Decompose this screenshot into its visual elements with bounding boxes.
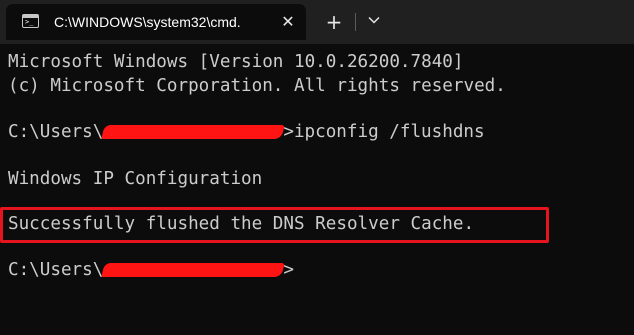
prompt-path: C:\Users\ [8,260,104,280]
prompt-line-1: C:\Users\ >ipconfig /flushdns [8,120,485,144]
prompt-symbol: > [283,260,294,280]
tab-title: C:\WINDOWS\system32\cmd. [54,14,241,30]
command-text: ipconfig /flushdns [293,122,485,142]
tab-cmd[interactable]: >_ C:\WINDOWS\system32\cmd. ✕ [6,4,306,40]
copyright-line: (c) Microsoft Corporation. All rights re… [8,76,506,96]
terminal-icon: >_ [22,14,39,28]
terminal-output[interactable]: Microsoft Windows [Version 10.0.26200.78… [0,44,634,335]
prompt-line-2: C:\Users\ > [8,258,294,282]
new-tab-button[interactable]: + [320,8,348,36]
terminal-window: >_ C:\WINDOWS\system32\cmd. ✕ + Microsof… [0,0,634,335]
prompt-symbol: > [283,122,294,142]
title-bar: >_ C:\WINDOWS\system32\cmd. ✕ + [0,0,634,44]
prompt-path: C:\Users\ [8,122,104,142]
redacted-username [101,125,286,139]
tab-separator [355,13,356,31]
redacted-username [101,263,286,277]
close-tab-button[interactable]: ✕ [276,10,300,34]
tab-dropdown-button[interactable] [360,8,388,36]
windows-ip-config-line: Windows IP Configuration [8,169,263,189]
chevron-down-icon [368,16,380,24]
version-line: Microsoft Windows [Version 10.0.26200.78… [8,52,464,72]
flush-success-line: Successfully flushed the DNS Resolver Ca… [8,214,475,234]
